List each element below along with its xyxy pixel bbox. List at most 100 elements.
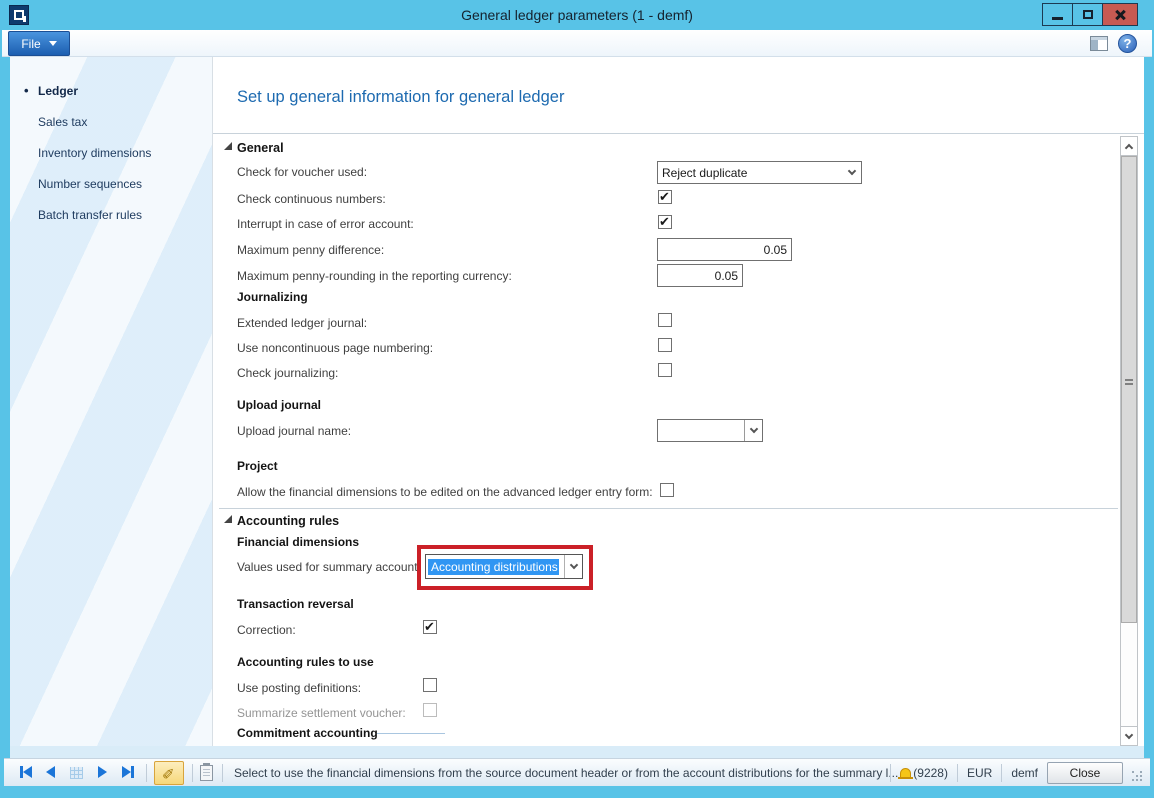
use-noncontinuous-page-numbering-label: Use noncontinuous page numbering: [237, 341, 433, 355]
collapse-arrow-icon[interactable] [224, 142, 232, 150]
maximize-button[interactable] [1072, 3, 1103, 26]
summarize-settlement-voucher-checkbox [423, 703, 437, 717]
upload-journal-group-title: Upload journal [237, 398, 321, 412]
check-for-voucher-used-select[interactable]: Reject duplicate [657, 161, 862, 184]
close-button[interactable]: Close [1047, 762, 1123, 784]
notification-count: (9228) [913, 766, 948, 780]
extended-ledger-journal-label: Extended ledger journal: [237, 316, 367, 330]
parameters-content-pane: Set up general information for general l… [213, 57, 1144, 746]
go-to-last-record-button[interactable] [122, 766, 134, 778]
file-menu-button[interactable]: File [8, 31, 70, 56]
sidebar-item-batch-transfer-rules[interactable]: Batch transfer rules [38, 208, 142, 222]
go-to-next-record-button[interactable] [98, 766, 107, 778]
use-posting-definitions-checkbox[interactable] [423, 678, 437, 692]
heading-divider [213, 133, 1144, 134]
general-ledger-parameters-window: General ledger parameters (1 - demf) Fil… [0, 0, 1154, 798]
sidebar-item-label: Inventory dimensions [38, 146, 151, 160]
check-journalizing-checkbox[interactable] [658, 363, 672, 377]
edit-record-button[interactable]: ✎ [154, 761, 184, 785]
go-to-previous-record-button[interactable] [46, 766, 55, 778]
sidebar-item-number-sequences[interactable]: Number sequences [38, 177, 142, 191]
check-continuous-numbers-checkbox[interactable] [658, 190, 672, 204]
correction-checkbox[interactable] [423, 620, 437, 634]
notifications-indicator[interactable]: (9228) [900, 766, 948, 780]
window-titlebar: General ledger parameters (1 - demf) [0, 0, 1154, 30]
vertical-scrollbar[interactable] [1120, 136, 1138, 746]
resize-grip[interactable] [1132, 771, 1144, 783]
close-icon [1114, 9, 1126, 21]
company-indicator[interactable]: demf [1011, 766, 1038, 780]
chevron-down-icon [1125, 730, 1133, 738]
content-bottom-strip [10, 746, 1144, 758]
statusbar-separator [1001, 764, 1002, 782]
project-group-title: Project [237, 459, 278, 473]
allow-financial-dimensions-checkbox[interactable] [660, 483, 674, 497]
maximize-icon [1083, 10, 1093, 19]
minimize-button[interactable] [1042, 3, 1073, 26]
section-accounting-rules-title: Accounting rules [237, 514, 339, 528]
correction-label: Correction: [237, 623, 296, 637]
check-for-voucher-used-label: Check for voucher used: [237, 165, 367, 179]
grid-view-icon [70, 767, 83, 779]
group-title-rule [377, 733, 445, 734]
bell-icon [900, 768, 911, 778]
sidebar-item-label: Sales tax [38, 115, 87, 129]
statusbar-separator [146, 764, 147, 782]
upload-journal-name-label: Upload journal name: [237, 424, 351, 438]
section-general-title: General [237, 141, 284, 155]
clipboard-icon[interactable] [200, 765, 213, 781]
active-bullet-icon: • [24, 83, 29, 98]
check-continuous-numbers-label: Check continuous numbers: [237, 192, 386, 206]
status-bar: ✎ Select to use the financial dimensions… [4, 758, 1150, 786]
window-layout-icon[interactable] [1090, 36, 1108, 51]
combobox-value [658, 420, 744, 441]
help-icon[interactable]: ? [1118, 34, 1137, 53]
file-menu-label: File [21, 37, 40, 51]
navigation-sidebar: • Ledger Sales tax Inventory dimensions … [10, 57, 213, 746]
section-divider [219, 508, 1118, 509]
statusbar-separator [890, 764, 891, 782]
summarize-settlement-voucher-label: Summarize settlement voucher: [237, 706, 406, 720]
scrollbar-grip-icon [1125, 379, 1133, 387]
maximum-penny-difference-label: Maximum penny difference: [237, 243, 384, 257]
chevron-down-icon[interactable] [744, 420, 762, 441]
window-title: General ledger parameters (1 - demf) [0, 0, 1154, 30]
values-summary-account-label: Values used for summary account: [237, 560, 421, 574]
use-noncontinuous-page-numbering-checkbox[interactable] [658, 338, 672, 352]
check-journalizing-label: Check journalizing: [237, 366, 338, 380]
chevron-down-icon [49, 41, 57, 46]
journalizing-group-title: Journalizing [237, 290, 308, 304]
sidebar-item-inventory-dimensions[interactable]: Inventory dimensions [38, 146, 151, 160]
annotation-highlight [417, 545, 593, 590]
go-to-first-record-button[interactable] [20, 766, 32, 778]
sidebar-item-sales-tax[interactable]: Sales tax [38, 115, 87, 129]
select-value: Reject duplicate [658, 166, 843, 180]
extended-ledger-journal-checkbox[interactable] [658, 313, 672, 327]
sidebar-item-ledger[interactable]: • Ledger [38, 84, 78, 98]
commitment-accounting-group-title: Commitment accounting [237, 726, 378, 740]
help-glyph: ? [1124, 36, 1132, 51]
maximum-penny-rounding-label: Maximum penny-rounding in the reporting … [237, 269, 512, 283]
maximum-penny-difference-input[interactable] [657, 238, 792, 261]
chevron-up-icon [1125, 143, 1133, 151]
close-button-label: Close [1070, 766, 1101, 780]
close-window-button[interactable] [1102, 3, 1138, 26]
page-title: Set up general information for general l… [237, 88, 564, 107]
upload-journal-name-combobox[interactable] [657, 419, 763, 442]
chevron-down-icon [843, 162, 861, 183]
collapse-arrow-icon[interactable] [224, 515, 232, 523]
scroll-down-button[interactable] [1121, 726, 1137, 745]
sidebar-item-label: Number sequences [38, 177, 142, 191]
minimize-icon [1052, 17, 1063, 20]
statusbar-separator [222, 764, 223, 782]
interrupt-error-account-label: Interrupt in case of error account: [237, 217, 414, 231]
scrollbar-thumb[interactable] [1121, 156, 1137, 623]
interrupt-error-account-checkbox[interactable] [658, 215, 672, 229]
scroll-up-button[interactable] [1121, 137, 1137, 156]
pencil-icon: ✎ [161, 767, 176, 780]
menu-toolbar: File ? [2, 30, 1152, 57]
maximum-penny-rounding-input[interactable] [657, 264, 743, 287]
currency-indicator[interactable]: EUR [967, 766, 992, 780]
statusbar-separator [957, 764, 958, 782]
statusbar-separator [192, 764, 193, 782]
